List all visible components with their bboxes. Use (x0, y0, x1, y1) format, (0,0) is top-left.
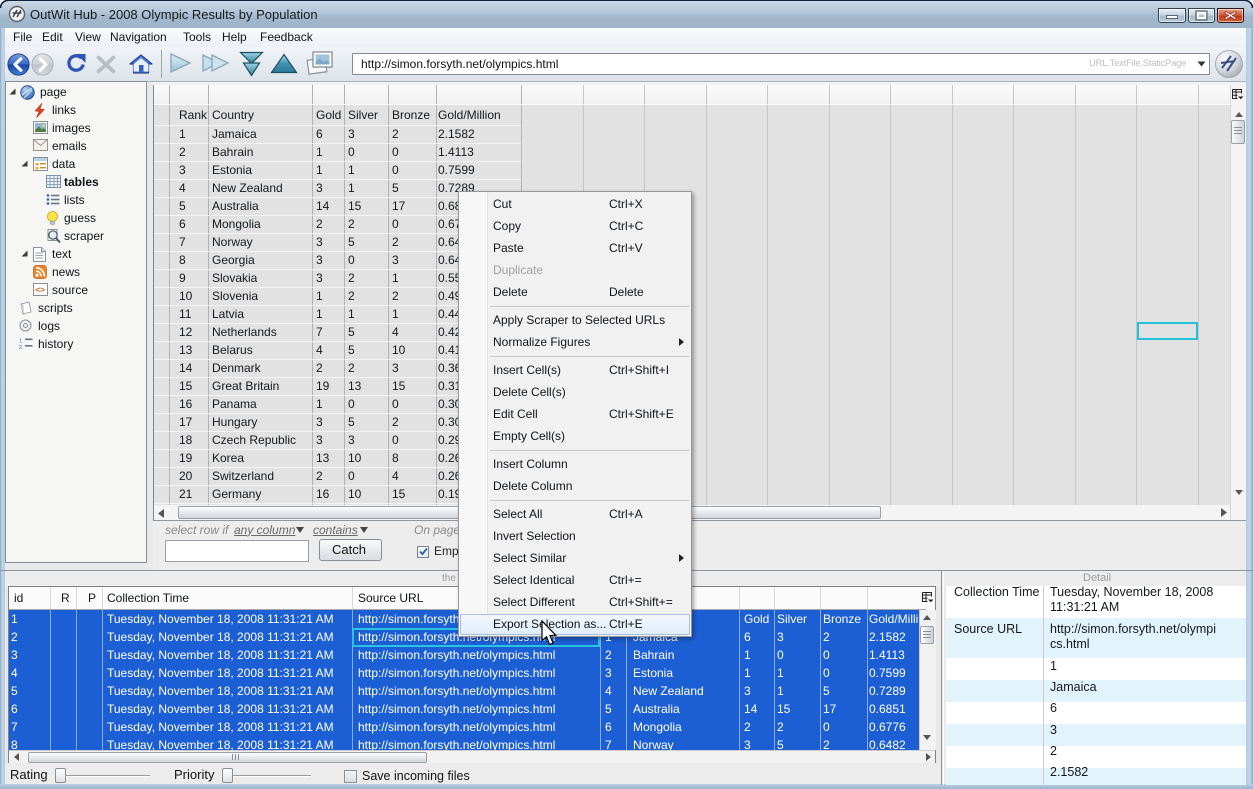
svg-text:2.: 2. (19, 345, 24, 350)
svg-text:1.: 1. (19, 339, 24, 345)
svg-text:<>: <> (35, 285, 45, 295)
